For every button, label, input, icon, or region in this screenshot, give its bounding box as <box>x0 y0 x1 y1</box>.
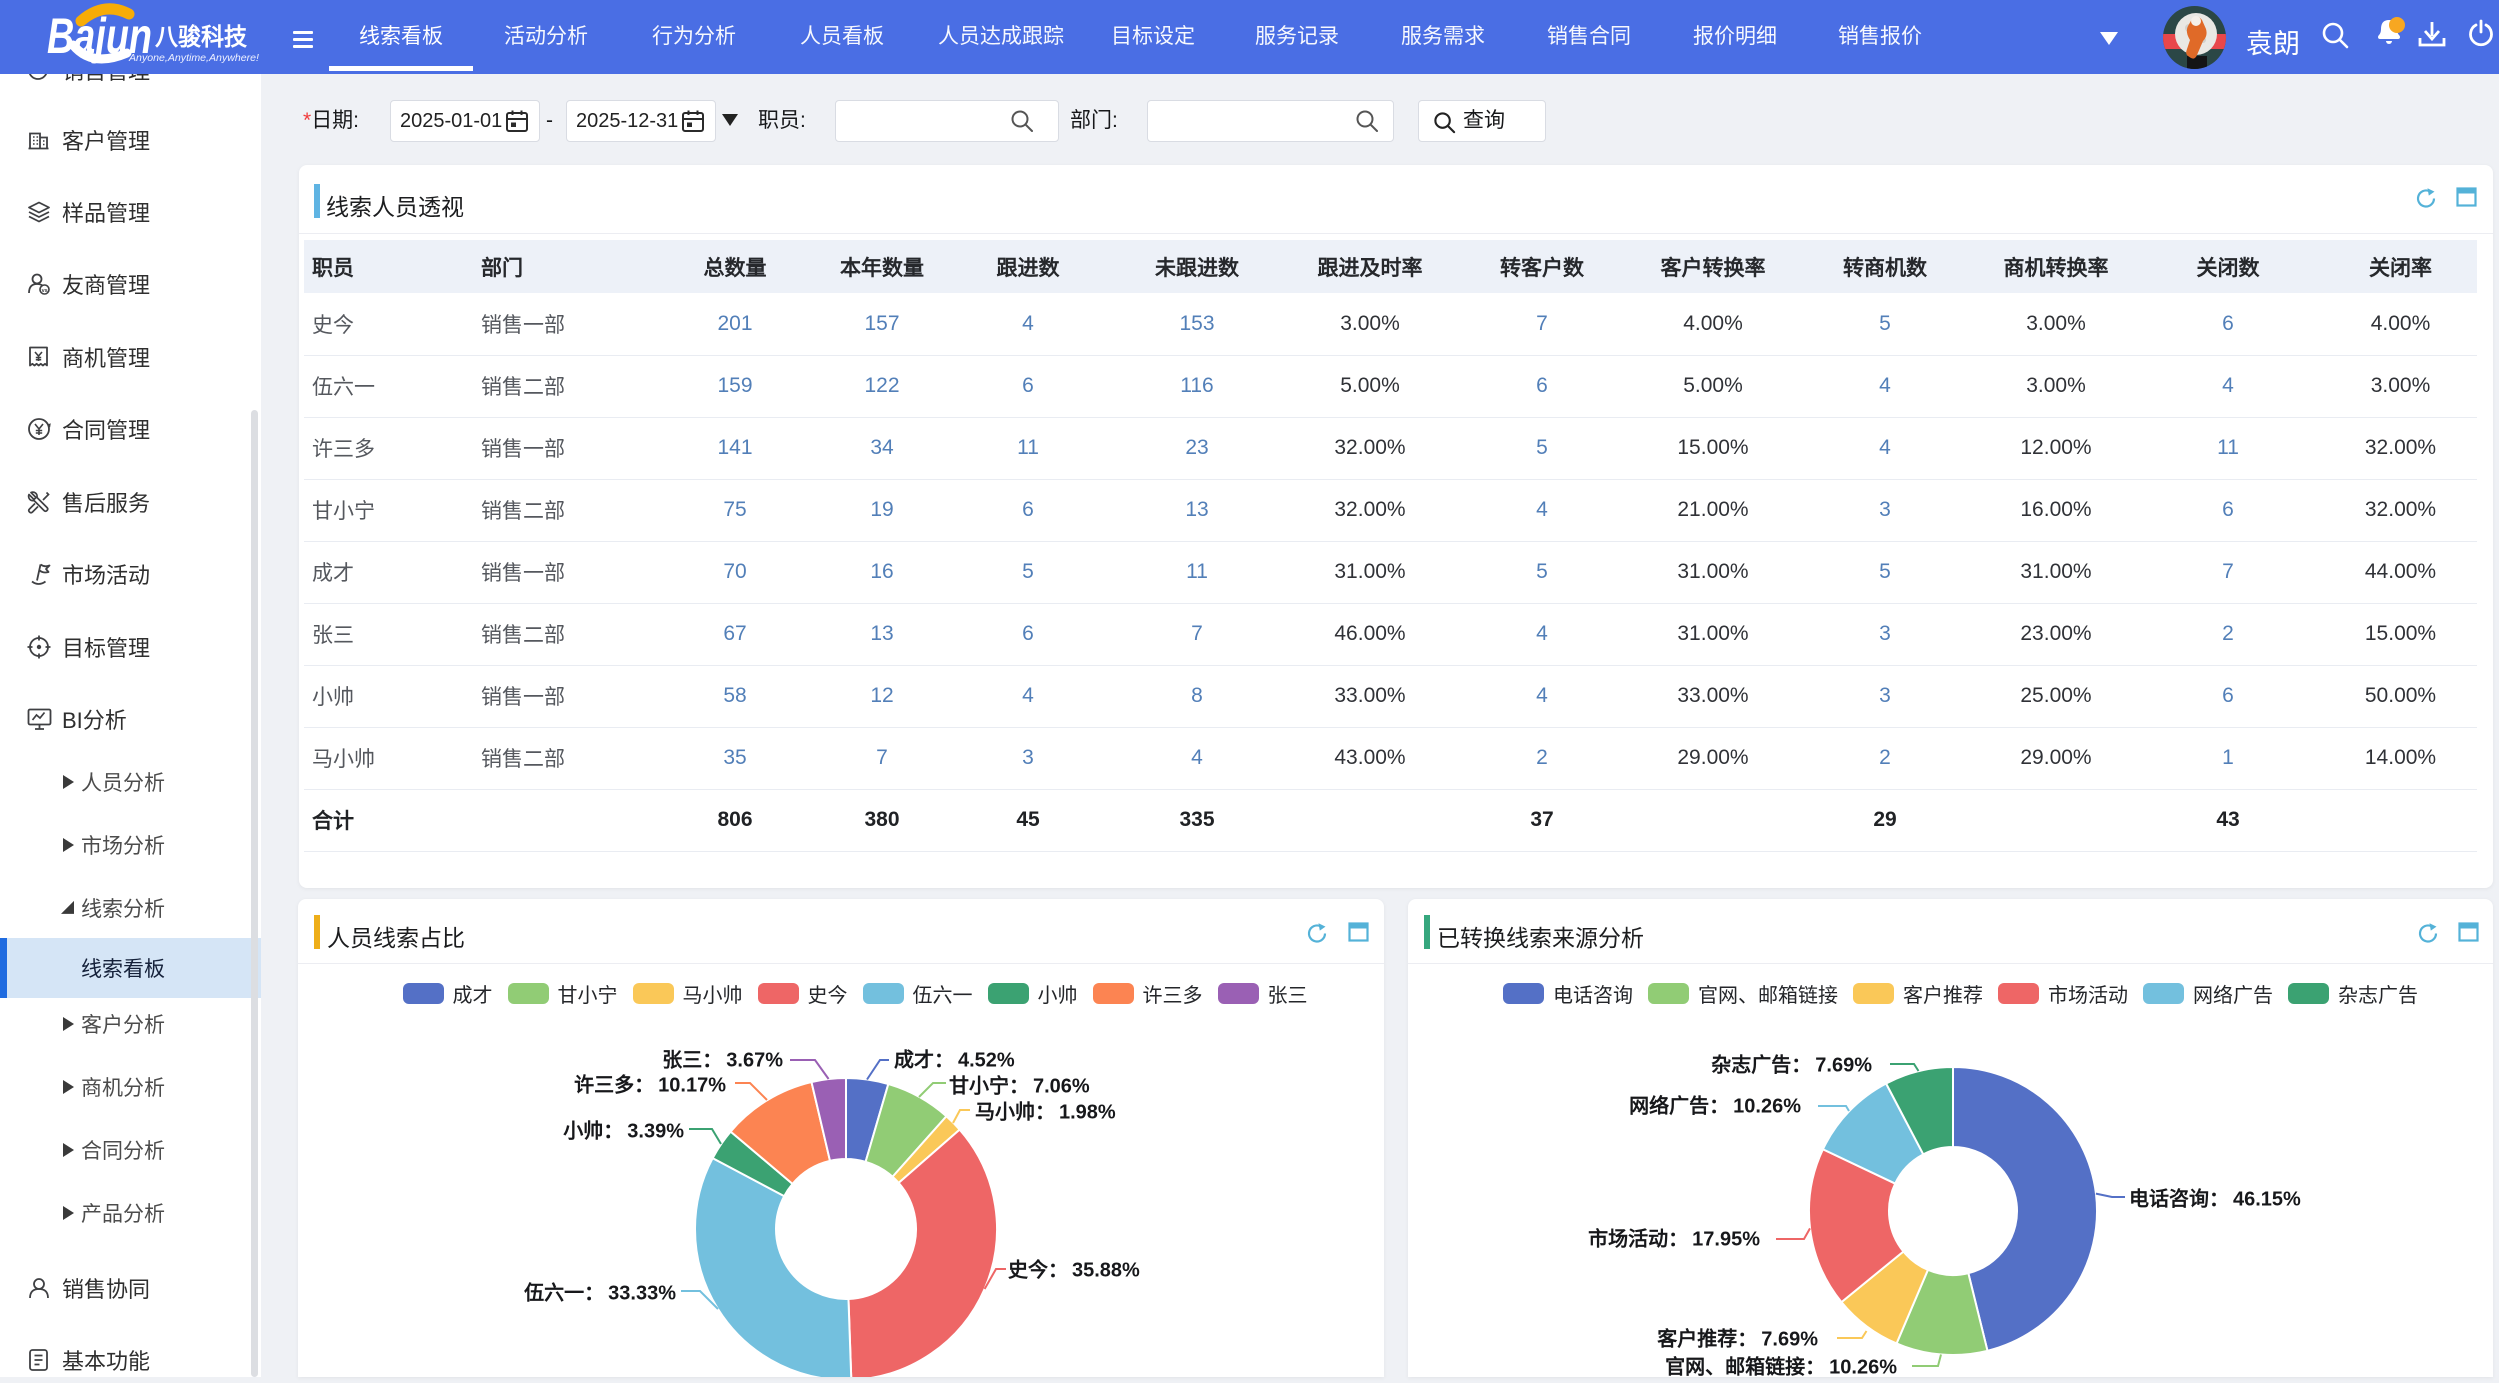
svg-text:八骏科技: 八骏科技 <box>155 23 248 51</box>
svg-text:vs: vs <box>42 288 48 294</box>
svg-text:Anyone,Anytime,Anywhere!: Anyone,Anytime,Anywhere! <box>128 53 259 64</box>
